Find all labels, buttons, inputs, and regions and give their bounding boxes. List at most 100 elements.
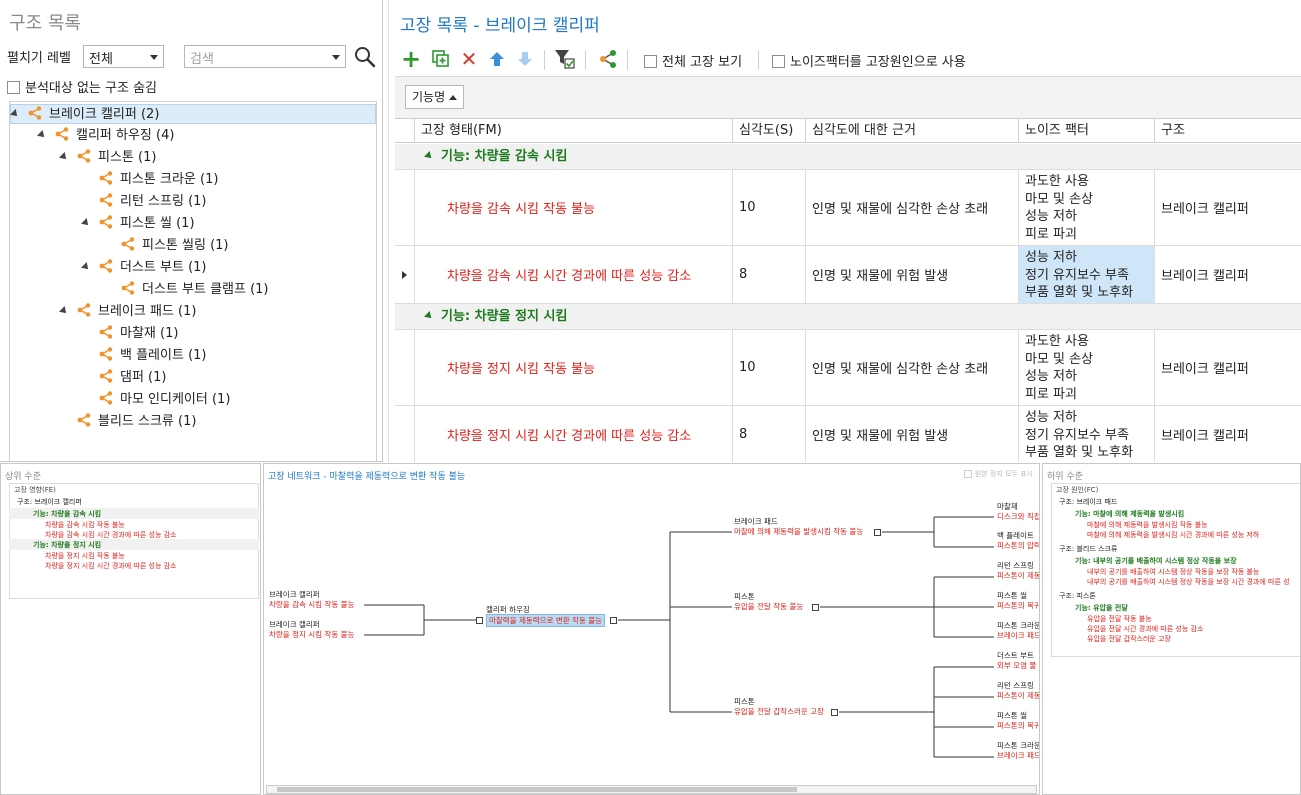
network-right-node-failure[interactable]: 피스톤이 제동 <box>997 570 1039 581</box>
expand-node-icon[interactable] <box>812 604 819 611</box>
lower-failure-item[interactable]: 내부의 공기를 배출하여 시스템 정상 작동을 보장 작동 불능 <box>1087 567 1259 577</box>
column-header[interactable]: 구조 <box>1155 119 1301 143</box>
row-selector-cell[interactable] <box>395 170 415 245</box>
network-right-node-failure[interactable]: 피스톤의 복귀 <box>997 720 1039 731</box>
severity-cell[interactable]: 10 <box>733 330 806 405</box>
structure-cell[interactable]: 브레이크 캘리퍼 <box>1155 330 1301 405</box>
add-copy-icon[interactable] <box>429 46 453 72</box>
function-group-row[interactable]: 기능: 차량을 정지 시킴 <box>395 304 1301 330</box>
hide-empty-checkbox[interactable]: 분석대상 없는 구조 숨김 <box>7 77 157 96</box>
tree-item[interactable]: 캘리퍼 하우징 (4) <box>37 126 174 146</box>
network-right-node-failure[interactable]: 피스톤의 복귀 <box>997 600 1039 611</box>
lower-function-row[interactable]: 기능: 마찰에 의해 제동력을 발생시킴 <box>1075 509 1184 519</box>
network-left-node-failure[interactable]: 차량을 정지 시킴 작동 불능 <box>269 629 354 640</box>
tree-item[interactable]: 브레이크 캘리퍼 (2) <box>10 104 376 124</box>
network-right-node-failure[interactable]: 브레이크 패드 <box>997 750 1039 761</box>
severity-reason-cell[interactable]: 인명 및 재물에 심각한 손상 초래 <box>806 330 1019 405</box>
checkbox-box[interactable] <box>772 55 785 68</box>
move-up-icon[interactable] <box>485 46 509 72</box>
row-selector-cell[interactable] <box>395 246 415 303</box>
failure-row[interactable]: 차량을 정지 시킴 시간 경과에 따른 성능 감소 8 인명 및 재물에 위험 발생… <box>395 406 1301 462</box>
column-header[interactable]: 심각도에 대한 근거 <box>806 119 1019 143</box>
expand-node-icon[interactable] <box>610 617 617 624</box>
function-group-row[interactable]: 기능: 차량을 감속 시킴 <box>395 144 1301 170</box>
column-header[interactable]: 심각도(S) <box>733 119 806 143</box>
noise-factor-cell[interactable]: 과도한 사용 마모 및 손상 성능 저하 피로 파괴 <box>1019 170 1155 245</box>
failure-mode-cell[interactable]: 차량을 감속 시킴 작동 불능 <box>435 170 733 245</box>
search-input[interactable]: 검색 <box>184 45 346 68</box>
add-icon[interactable]: + <box>399 45 423 73</box>
lower-failure-item[interactable]: 유압을 전달 갑작스러운 고장 <box>1087 634 1171 644</box>
upper-function-row[interactable]: 기능: 차량을 감속 시킴 <box>33 509 101 519</box>
upper-structure-row[interactable]: 구조: 브레이크 캘리퍼 <box>17 497 82 507</box>
delete-icon[interactable]: ✕ <box>457 46 481 72</box>
tree-item[interactable]: 블리드 스크류 (1) <box>60 412 196 432</box>
tree-item[interactable]: 피스톤 (1) <box>59 148 156 168</box>
failure-row[interactable]: 차량을 정지 시킴 작동 불능 10 인명 및 재물에 심각한 손상 초래 과도한 사… <box>395 330 1301 406</box>
upper-function-row[interactable]: 기능: 차량을 정지 시킴 <box>33 540 101 550</box>
expand-level-select[interactable]: 전체 <box>83 45 164 68</box>
tree-item[interactable]: 피스톤 씰 (1) <box>81 214 195 234</box>
upper-failure-item[interactable]: 차량을 정지 시킴 시간 경과에 따른 성능 감소 <box>45 561 177 571</box>
network-right-node-failure[interactable]: 브레이크 패드 <box>997 630 1039 641</box>
noise-factor-cell[interactable]: 과도한 사용 마모 및 손상 성능 저하 피로 파괴 <box>1019 330 1155 405</box>
network-right-node-failure[interactable]: 디스크와 직접 <box>997 511 1039 522</box>
move-down-icon[interactable] <box>513 46 537 72</box>
structure-cell[interactable]: 브레이크 캘리퍼 <box>1155 246 1301 303</box>
tree-item[interactable]: 리턴 스프링 (1) <box>82 192 206 212</box>
structure-cell[interactable]: 브레이크 캘리퍼 <box>1155 170 1301 245</box>
failure-mode-cell[interactable]: 차량을 정지 시킴 작동 불능 <box>435 330 733 405</box>
tree-item[interactable]: 더스트 부트 (1) <box>81 258 206 278</box>
filter-icon[interactable] <box>553 46 577 72</box>
upper-failure-item[interactable]: 차량을 감속 시킴 작동 불능 <box>45 520 125 530</box>
expand-node-icon[interactable] <box>831 709 838 716</box>
horizontal-scrollbar[interactable] <box>266 785 1037 794</box>
network-center-node-failure[interactable]: 마찰력을 제동력으로 변환 작동 불능 <box>486 614 606 627</box>
expand-node-icon[interactable] <box>476 617 483 624</box>
checkbox-box[interactable] <box>644 55 657 68</box>
tree-item[interactable]: 브레이크 패드 (1) <box>59 302 196 322</box>
noise-factor-cell[interactable]: 성능 저하 정기 유지보수 부족 부품 열화 및 노후화 <box>1019 406 1155 462</box>
collapse-toggle-icon[interactable] <box>424 151 434 161</box>
expand-toggle-icon[interactable] <box>37 130 47 140</box>
lower-structure-row[interactable]: 구조: 블리드 스크류 <box>1059 544 1117 554</box>
network-left-node-failure[interactable]: 차량을 감속 시킴 작동 불능 <box>269 599 354 610</box>
tree-item[interactable]: 댐퍼 (1) <box>82 368 166 388</box>
severity-reason-cell[interactable]: 인명 및 재물에 위험 발생 <box>806 406 1019 462</box>
collapse-toggle-icon[interactable] <box>424 311 434 321</box>
failure-mode-cell[interactable]: 차량을 감속 시킴 시간 경과에 따른 성능 감소 <box>435 246 733 303</box>
network-mid-node-failure[interactable]: 마찰에 의해 제동력을 발생시킴 작동 불능 <box>734 526 863 537</box>
failure-row[interactable]: 차량을 감속 시킴 시간 경과에 따른 성능 감소 8 인명 및 재물에 위험 발생… <box>395 246 1301 304</box>
network-right-node-failure[interactable]: 피스톤의 압력 <box>997 540 1039 551</box>
tree-item[interactable]: 피스톤 크라운 (1) <box>82 170 218 190</box>
failure-row[interactable]: 차량을 감속 시킴 작동 불능 10 인명 및 재물에 심각한 손상 초래 과도한 사… <box>395 170 1301 246</box>
network-mid-node-failure[interactable]: 유압을 전달 작동 불능 <box>734 601 803 612</box>
network-right-node-failure[interactable]: 피스톤이 제동 <box>997 690 1039 701</box>
noise-as-cause-checkbox[interactable]: 노이즈팩터를 고장원인으로 사용 <box>772 51 966 70</box>
show-all-failures-checkbox[interactable]: 전체 고장 보기 <box>644 51 742 70</box>
expand-toggle-icon[interactable] <box>81 218 91 228</box>
noise-factor-cell[interactable]: 성능 저하 정기 유지보수 부족 부품 열화 및 노후화 <box>1019 246 1155 303</box>
lower-failure-item[interactable]: 유압을 전달 시간 경과에 따른 성능 감소 <box>1087 624 1203 634</box>
severity-reason-cell[interactable]: 인명 및 재물에 위험 발생 <box>806 246 1019 303</box>
network-right-node-failure[interactable]: 외부 오염 물 <box>997 660 1036 671</box>
tree-item[interactable]: 더스트 부트 클램프 (1) <box>104 280 269 300</box>
expand-toggle-icon[interactable] <box>59 306 69 316</box>
tree-item[interactable]: 마찰재 (1) <box>82 324 178 344</box>
tree-item[interactable]: 백 플레이트 (1) <box>82 346 206 366</box>
tree-item[interactable]: 피스톤 씰링 (1) <box>104 236 228 256</box>
column-header[interactable]: 노이즈 팩터 <box>1019 119 1155 143</box>
scrollbar-thumb[interactable] <box>277 787 797 792</box>
severity-reason-cell[interactable]: 인명 및 재물에 심각한 손상 초래 <box>806 170 1019 245</box>
lower-structure-row[interactable]: 구조: 브레이크 패드 <box>1059 497 1117 507</box>
failure-mode-cell[interactable]: 차량을 정지 시킴 시간 경과에 따른 성능 감소 <box>435 406 733 462</box>
lower-function-row[interactable]: 기능: 유압을 전달 <box>1075 603 1128 613</box>
checkbox-box[interactable] <box>7 81 20 94</box>
column-header[interactable]: 고장 형태(FM) <box>415 119 733 143</box>
lower-failure-item[interactable]: 내부의 공기를 배출하여 시스템 정상 작동을 보장 시간 경과에 따른 성 <box>1087 577 1290 587</box>
row-selector-cell[interactable] <box>395 406 415 462</box>
expand-toggle-icon[interactable] <box>10 109 20 119</box>
lower-function-row[interactable]: 기능: 내부의 공기를 배출하여 시스템 정상 작동을 보장 <box>1075 556 1237 566</box>
expand-toggle-icon[interactable] <box>59 152 69 162</box>
lower-failure-item[interactable]: 마찰에 의해 제동력을 발생시킴 시간 경과에 따른 성능 저하 <box>1087 530 1259 540</box>
